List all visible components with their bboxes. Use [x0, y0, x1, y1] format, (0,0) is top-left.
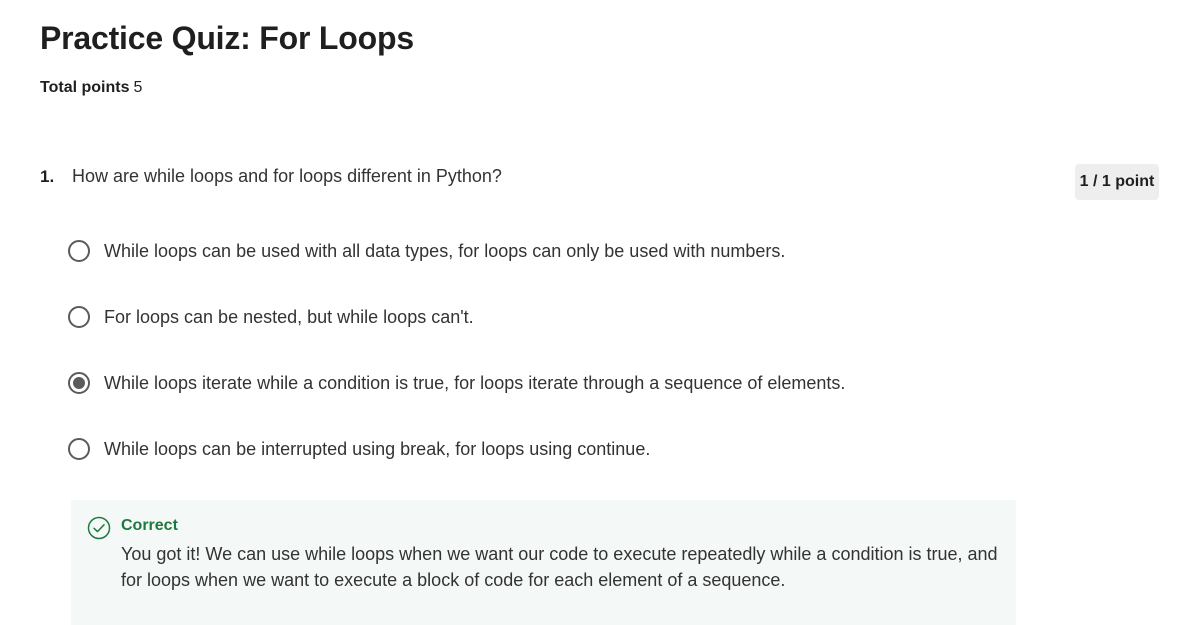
- feedback-panel: Correct You got it! We can use while loo…: [71, 500, 1016, 625]
- answer-option-4[interactable]: While loops can be interrupted using bre…: [68, 434, 650, 464]
- quiz-page: Practice Quiz: For Loops Total points 5 1…: [0, 0, 1190, 625]
- question-number: 1.: [40, 167, 55, 186]
- score-badge: 1 / 1 point: [1075, 164, 1159, 200]
- radio-selected-dot: [73, 377, 85, 389]
- answer-option-label: While loops can be used with all data ty…: [104, 240, 786, 261]
- page-title: Practice Quiz: For Loops: [40, 20, 414, 56]
- answer-option-label: For loops can be nested, but while loops…: [104, 306, 474, 327]
- answer-option-3[interactable]: While loops iterate while a condition is…: [68, 368, 845, 398]
- question-text: How are while loops and for loops differ…: [72, 166, 502, 186]
- radio-button[interactable]: [68, 438, 90, 460]
- answer-option-1[interactable]: While loops can be used with all data ty…: [68, 236, 785, 266]
- radio-button[interactable]: [68, 240, 90, 262]
- check-circle-icon: [87, 516, 111, 540]
- total-points-value: 5: [133, 79, 143, 96]
- answer-option-2[interactable]: For loops can be nested, but while loops…: [68, 302, 474, 332]
- radio-button-selected[interactable]: [68, 372, 90, 394]
- feedback-message: You got it! We can use while loops when …: [121, 544, 998, 590]
- answer-option-label: While loops iterate while a condition is…: [104, 372, 846, 393]
- total-points: Total points 5: [40, 79, 142, 97]
- radio-button[interactable]: [68, 306, 90, 328]
- feedback-status: Correct: [121, 517, 178, 534]
- answer-option-label: While loops can be interrupted using bre…: [104, 438, 651, 459]
- total-points-label: Total points: [40, 79, 130, 96]
